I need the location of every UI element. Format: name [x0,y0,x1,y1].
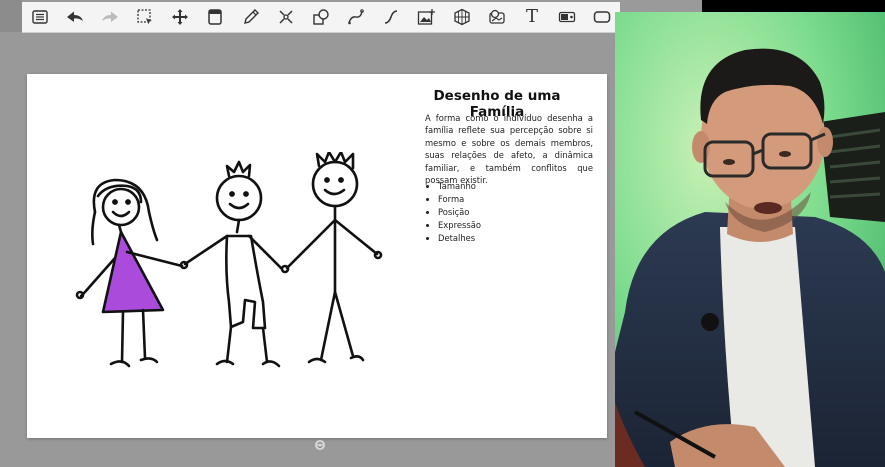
selection-icon[interactable] [128,2,163,32]
list-item: Forma [438,193,481,206]
slide[interactable]: Desenho de uma Família A forma como o in… [27,74,607,438]
pen-icon[interactable] [233,2,268,32]
redo-icon[interactable] [92,2,127,32]
webcam-feed [615,12,885,467]
menu-icon[interactable] [22,2,57,32]
page-nav-icon[interactable] [315,440,325,450]
text-icon[interactable]: T [514,2,549,32]
girl-figure [75,178,184,368]
transform-icon[interactable] [268,2,303,32]
toolbar-edge [0,0,22,32]
list-item: Tamanho [438,180,481,193]
boy-figure [179,160,283,368]
slide-body: A forma como o indivíduo desenha a famíl… [425,113,593,186]
line-icon[interactable] [374,2,409,32]
grid-icon[interactable] [444,2,479,32]
text-icon-glyph: T [525,6,538,27]
toolbar: T [22,2,620,33]
presenter-video [615,12,885,467]
shapes-icon[interactable] [303,2,338,32]
screen-border [702,0,885,12]
list-item: Expressão [438,219,481,232]
man-figure [280,152,383,364]
family-drawing [75,152,383,368]
move-icon[interactable] [163,2,198,32]
image-icon[interactable] [409,2,444,32]
page-icon[interactable] [198,2,233,32]
list-item: Detalhes [438,232,481,245]
list-item: Posição [438,206,481,219]
stamp-icon[interactable] [479,2,514,32]
curve-icon[interactable] [339,2,374,32]
slide-bullet-list: Tamanho Forma Posição Expressão Detalhes [425,180,481,245]
video-icon[interactable] [550,2,585,32]
undo-icon[interactable] [57,2,92,32]
